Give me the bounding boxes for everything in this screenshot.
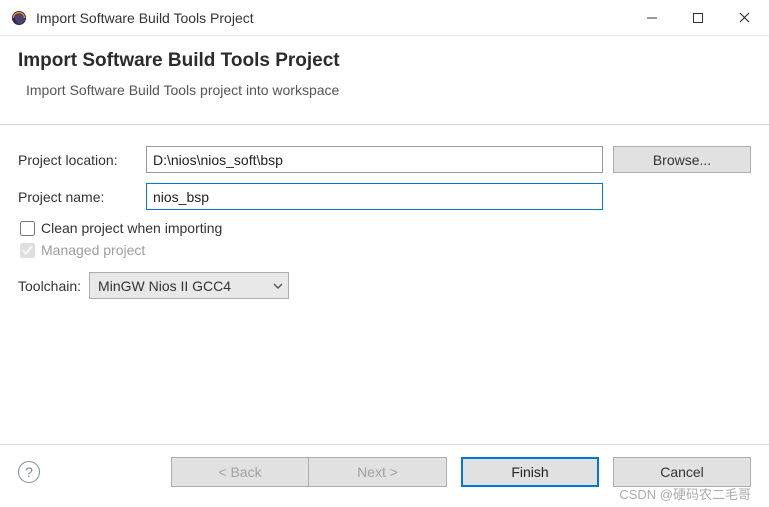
toolchain-label: Toolchain: bbox=[18, 278, 81, 294]
toolchain-combo[interactable]: MinGW Nios II GCC4 bbox=[89, 272, 289, 299]
help-icon[interactable]: ? bbox=[18, 461, 40, 483]
project-name-input[interactable] bbox=[146, 183, 603, 210]
banner-description: Import Software Build Tools project into… bbox=[18, 82, 751, 98]
project-location-row: Project location: Browse... bbox=[18, 146, 751, 173]
project-location-label: Project location: bbox=[18, 152, 146, 168]
eclipse-icon bbox=[10, 9, 28, 27]
banner-title: Import Software Build Tools Project bbox=[18, 50, 751, 72]
cancel-button[interactable]: Cancel bbox=[613, 457, 751, 487]
managed-project-row: Managed project bbox=[18, 242, 751, 258]
next-button: Next > bbox=[309, 457, 447, 487]
managed-project-checkbox bbox=[20, 243, 35, 258]
minimize-button[interactable] bbox=[629, 2, 675, 34]
window-controls bbox=[629, 2, 767, 34]
wizard-button-bar: < Back Next > Finish Cancel bbox=[171, 457, 751, 487]
browse-button[interactable]: Browse... bbox=[613, 146, 751, 173]
managed-project-label: Managed project bbox=[41, 242, 145, 258]
project-location-input[interactable] bbox=[146, 146, 603, 173]
maximize-button[interactable] bbox=[675, 2, 721, 34]
close-button[interactable] bbox=[721, 2, 767, 34]
finish-button[interactable]: Finish bbox=[461, 457, 599, 487]
project-name-label: Project name: bbox=[18, 189, 146, 205]
clean-project-row: Clean project when importing bbox=[18, 220, 751, 236]
toolchain-value: MinGW Nios II GCC4 bbox=[98, 278, 272, 294]
wizard-footer: ? < Back Next > Finish Cancel bbox=[0, 444, 769, 507]
window-title: Import Software Build Tools Project bbox=[36, 10, 629, 26]
project-name-row: Project name: bbox=[18, 183, 751, 210]
wizard-content: Project location: Browse... Project name… bbox=[0, 125, 769, 317]
clean-project-label: Clean project when importing bbox=[41, 220, 222, 236]
toolchain-row: Toolchain: MinGW Nios II GCC4 bbox=[18, 272, 751, 299]
chevron-down-icon bbox=[272, 283, 284, 289]
back-button: < Back bbox=[171, 457, 309, 487]
wizard-banner: Import Software Build Tools Project Impo… bbox=[0, 36, 769, 125]
clean-project-checkbox[interactable] bbox=[20, 221, 35, 236]
titlebar: Import Software Build Tools Project bbox=[0, 0, 769, 36]
